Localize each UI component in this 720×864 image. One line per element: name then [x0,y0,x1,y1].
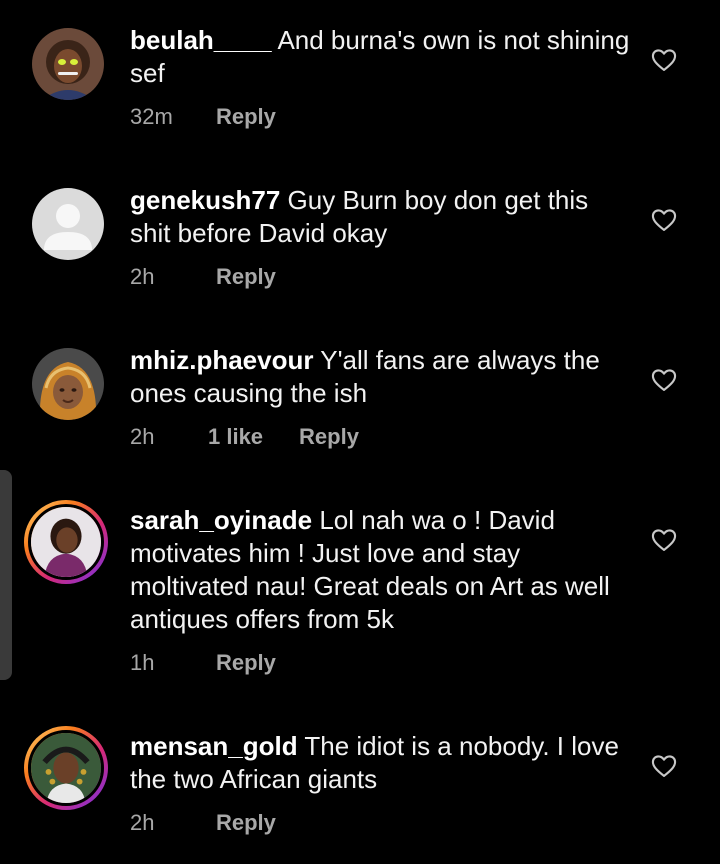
comment-meta: 2h Reply [130,264,630,290]
comment-time: 2h [130,264,155,289]
comment-username[interactable]: beulah____ [130,25,272,55]
heart-outline-icon[interactable] [650,46,678,74]
comment-time: 2h [130,810,155,835]
comment-text: genekush77 Guy Burn boy don get this shi… [130,184,630,250]
avatar-story-ring[interactable] [24,726,108,810]
comment-text: mhiz.phaevour Y'all fans are always the … [130,344,630,410]
like-count[interactable]: 1 like [208,424,263,450]
avatar[interactable] [32,188,104,260]
comment-text: beulah____ And burna's own is not shinin… [130,24,630,90]
comment-username[interactable]: genekush77 [130,185,280,215]
comment-username[interactable]: mensan_gold [130,731,298,761]
avatar[interactable] [32,348,104,420]
avatar [28,730,104,806]
heart-outline-icon[interactable] [650,366,678,394]
reply-button[interactable]: Reply [216,650,276,676]
reply-button[interactable]: Reply [299,424,359,450]
reply-button[interactable]: Reply [216,264,276,290]
comment-meta: 32m Reply [130,104,630,130]
edge-panel-handle[interactable] [0,470,12,680]
comment-time: 2h [130,424,155,449]
reply-button[interactable]: Reply [216,104,276,130]
comment-text: mensan_gold The idiot is a nobody. I lov… [130,730,630,796]
avatar[interactable] [32,28,104,100]
comment-text: sarah_oyinade Lol nah wa o ! David motiv… [130,504,630,636]
comment-meta: 2h Reply [130,810,630,836]
comment-username[interactable]: sarah_oyinade [130,505,312,535]
comment-meta: 1h Reply [130,650,630,676]
comment-meta: 2h 1 like Reply [130,424,630,450]
comment-username[interactable]: mhiz.phaevour [130,345,313,375]
comment-time: 1h [130,650,155,675]
default-avatar-icon [32,188,104,260]
reply-button[interactable]: Reply [216,810,276,836]
user-photo-icon [31,733,101,803]
comment-time: 32m [130,104,173,129]
avatar [28,504,104,580]
user-photo-icon [32,28,104,100]
heart-outline-icon[interactable] [650,752,678,780]
heart-outline-icon[interactable] [650,206,678,234]
avatar-story-ring[interactable] [24,500,108,584]
heart-outline-icon[interactable] [650,526,678,554]
user-photo-icon [31,507,101,577]
user-photo-icon [32,348,104,420]
